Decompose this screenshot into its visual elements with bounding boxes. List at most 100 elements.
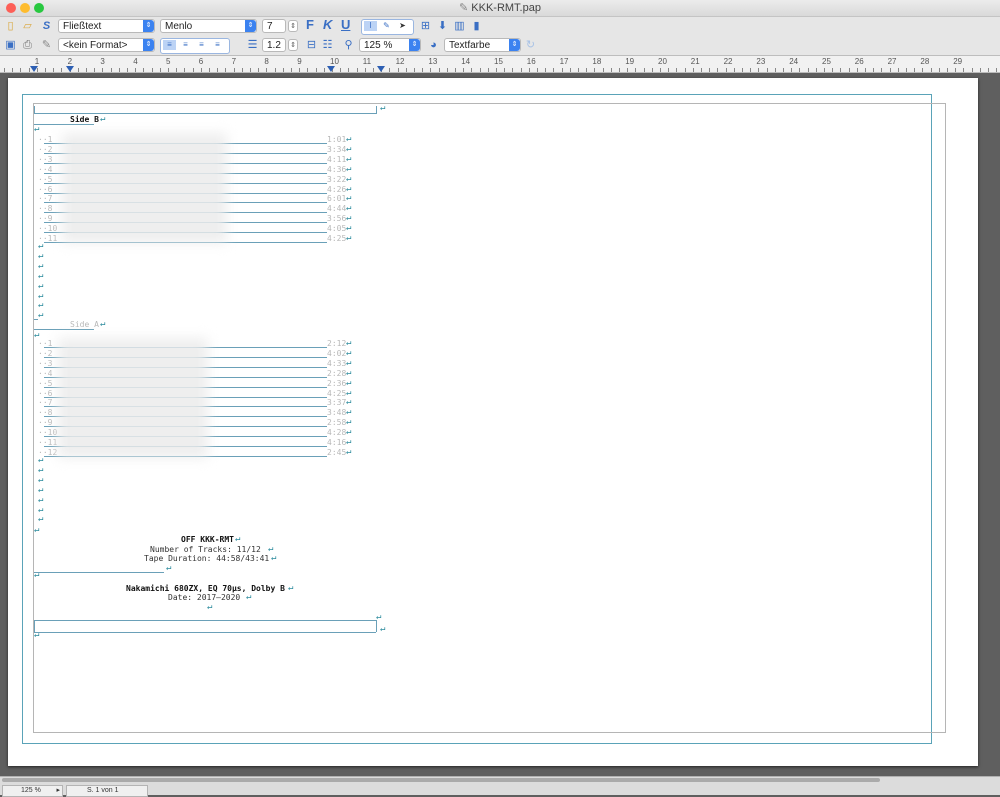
ruler-tick [955,68,957,72]
font-select[interactable]: Menlo ⇕ [160,19,257,33]
return-mark-icon: ↵ [271,553,277,563]
tab-marker-right[interactable] [327,66,335,72]
ruler-number: 15 [494,57,503,66]
return-mark-icon: ↵ [376,612,382,622]
text-color-wheel-icon[interactable]: ◕ [426,38,441,53]
ruler-tick [594,68,596,72]
ruler-tick [774,68,776,72]
ruler-tick [610,68,612,72]
ruler-tick [315,68,317,72]
indent-icon[interactable]: ☷ [320,38,335,53]
return-mark-icon: ↵ [346,173,352,184]
character-format-select[interactable]: <kein Format> ⇕ [58,38,155,52]
ruler-tick [389,68,391,72]
align-justify-icon[interactable]: ≡ [211,40,224,50]
text-cursor-icon[interactable]: I [364,21,377,31]
footer-line2: Number of Tracks: 11/12 [150,545,261,554]
line-spacing-value: 1.2 [267,40,281,51]
return-mark-icon: ↵ [346,417,352,428]
line-spacing-stepper[interactable]: ⇕ [288,39,298,51]
align-right-icon[interactable]: ≡ [195,40,208,50]
ruler-tick [364,68,366,72]
document-page[interactable]: ↵ Side B ↵ ↵ ··1 1:01 ↵ ··2 3:34 ↵ ··3 4:11 ↵ ··4 4:36… [8,78,978,766]
side-b-heading: Side B [70,115,99,124]
italic-button[interactable]: K [323,17,332,32]
ruler-tick [996,68,998,72]
side_a-track-time: 4:28 [327,428,347,438]
return-mark-icon: ↵ [346,357,352,368]
ruler-tick [430,68,432,72]
pencil-icon[interactable]: ✎ [39,38,54,53]
paragraph-style-select[interactable]: Fließtext ⇕ [58,19,155,33]
window-title-wrap: ✎ KKK-RMT.pap [0,1,1000,14]
zoom-select[interactable]: 125 % ⇕ [359,38,421,52]
ruler-tick [405,68,407,72]
font-size-field[interactable]: 7 [262,19,286,33]
refresh-icon[interactable]: ↻ [523,38,538,53]
status-zoom[interactable]: 125 % ▸ [2,785,63,797]
ruler-tick [159,68,161,72]
ruler-tick [725,68,727,72]
save-icon[interactable]: ▣ [3,38,18,53]
rule-line [34,329,94,330]
ruler-tick [438,68,440,72]
ruler-tick [963,68,965,72]
bold-button[interactable]: F [306,17,314,32]
side_b-track-time: 3:34 [327,144,347,154]
align-left-icon[interactable]: ≡ [163,40,176,50]
ruler-tick [906,68,907,72]
ruler-tick [881,68,883,72]
return-mark-icon: ↵ [38,290,44,301]
align-center-icon[interactable]: ≡ [179,40,192,50]
ruler-tick [274,68,276,72]
insert-frame-icon[interactable]: ⊞ [418,19,433,34]
indent-marker[interactable] [377,66,385,72]
return-mark-icon: ↵ [34,124,40,134]
ruler-tick [463,68,465,72]
return-mark-icon: ↵ [235,534,241,544]
return-mark-icon: ↵ [38,280,44,291]
ruler-tick [651,68,653,72]
underline-button[interactable]: U [341,17,350,32]
ruler-tick [979,68,981,72]
ruler-tick [643,68,645,72]
tab-marker-left[interactable] [30,66,38,72]
return-mark-icon: ↵ [38,250,44,261]
zoom-value: 125 % [364,40,393,51]
database-icon[interactable]: ▮ [469,19,484,34]
rule-line [34,620,376,621]
line-spacing-field[interactable]: 1.2 [262,38,286,52]
open-folder-icon[interactable]: ▱ [20,19,35,34]
ruler-tick [692,68,694,72]
stamp-icon[interactable]: ⬇ [435,19,450,34]
ruler-tick [684,68,686,72]
style-sheet-icon[interactable]: S [39,19,54,34]
ruler-number: 27 [887,57,897,66]
side_b-track-time: 4:44 [327,204,347,214]
paragraph-spacing-icon[interactable]: ⊟ [304,38,319,53]
ruler-tick [848,68,850,72]
return-mark-icon: ↵ [346,338,352,348]
pen-tool-icon[interactable]: ✎ [380,21,393,31]
ruler-tick [717,68,719,72]
ruler-number: 19 [625,57,635,66]
ruler-tick [496,68,497,72]
ruler-tick [856,68,858,72]
rule-right-tick [376,106,377,114]
return-mark-icon: ↵ [346,347,352,358]
tab-marker-center[interactable] [66,66,74,72]
font-size-stepper[interactable]: ⇕ [288,20,298,32]
horizontal-ruler[interactable]: 1 2 3 4 5 6 7 8 9 10 11 12 13 14 15 16 17 18 19 20 21 22 23 24 2… [0,56,1000,73]
print-icon[interactable]: ⎙ [20,38,35,53]
side_a-track-time: 2:28 [327,368,347,378]
new-document-icon[interactable]: ▯ [3,19,18,34]
ruler-tick [865,68,866,72]
return-mark-icon: ↵ [346,407,352,418]
side_b-track-time: 4:36 [327,164,347,174]
format-toolbar: ▯ ▱ S Fließtext ⇕ Menlo ⇕ 7 ⇕ F K U I ✎ … [0,17,1000,36]
columns-icon[interactable]: ▥ [452,19,467,34]
ruler-number: 6 [198,57,204,66]
horizontal-scrollbar[interactable] [2,778,880,782]
arrow-pointer-icon[interactable]: ➤ [396,21,409,31]
text-color-select[interactable]: Textfarbe ⇕ [444,38,521,52]
